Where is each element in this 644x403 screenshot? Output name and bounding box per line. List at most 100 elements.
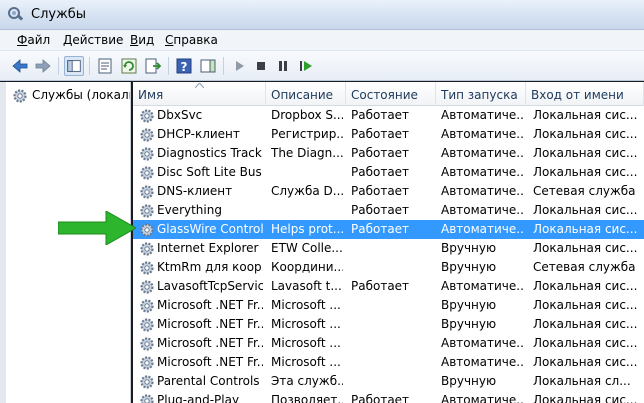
menu-action[interactable]: Действие bbox=[63, 33, 123, 47]
show-hide-tree-icon[interactable] bbox=[64, 56, 84, 76]
service-log-on-as: Локальная сис... bbox=[533, 222, 638, 236]
service-gear-icon bbox=[140, 242, 154, 256]
service-log-on-as: Локальная сис... bbox=[533, 336, 638, 350]
service-status bbox=[351, 296, 433, 315]
service-name: Parental Controls bbox=[157, 374, 260, 388]
service-startup-type: Автоматиче... bbox=[441, 336, 523, 350]
service-name: Internet Explorer E... bbox=[157, 241, 263, 255]
service-status: Работает bbox=[351, 127, 410, 141]
table-row[interactable]: Microsoft .NET Fr... Microsoft ... Автомат… bbox=[133, 334, 644, 353]
table-row[interactable]: KtmRm для коор... Координи... Вручную Сетев… bbox=[133, 258, 644, 277]
forward-icon[interactable] bbox=[33, 56, 53, 76]
table-row[interactable]: GlassWire Control ... Helps prot... Работа… bbox=[133, 220, 644, 239]
table-header: Имя Описание Состояние Тип запуска Вход … bbox=[133, 82, 644, 106]
column-header-status[interactable]: Состояние bbox=[346, 82, 436, 106]
menu-help[interactable]: Справка bbox=[165, 33, 218, 47]
service-log-on-as: Локальная сис... bbox=[533, 298, 638, 312]
service-name: Microsoft .NET Fr... bbox=[157, 355, 263, 369]
service-log-on-as: Локальная сис... bbox=[533, 317, 638, 331]
service-gear-icon bbox=[140, 356, 154, 370]
stop-service-icon[interactable] bbox=[251, 56, 271, 76]
service-name: DHCP-клиент bbox=[157, 127, 240, 141]
service-description: Координи... bbox=[271, 260, 343, 274]
service-gear-icon bbox=[140, 299, 154, 313]
service-name: Disc Soft Lite Bus ... bbox=[157, 165, 263, 179]
tree-node-services-local[interactable]: Службы (локальные) bbox=[12, 87, 130, 105]
service-name: LavasoftTcpService bbox=[157, 279, 263, 293]
service-name: Diagnostics Tracki... bbox=[157, 146, 263, 160]
service-description bbox=[271, 163, 343, 182]
service-description: Регистрир... bbox=[271, 127, 343, 141]
menu-view[interactable]: Вид bbox=[130, 33, 154, 47]
service-description: Lavasoft t... bbox=[271, 279, 342, 293]
table-row[interactable]: Diagnostics Tracki... The Diagn... Работае… bbox=[133, 144, 644, 163]
service-log-on-as: Локальная сис... bbox=[533, 241, 638, 255]
toolbar-separator bbox=[168, 57, 169, 75]
service-name: Everything bbox=[157, 203, 222, 217]
table-row[interactable]: Microsoft .NET Fr... Microsoft ... Вручную… bbox=[133, 296, 644, 315]
back-icon[interactable] bbox=[10, 56, 30, 76]
column-header-name[interactable]: Имя bbox=[133, 82, 266, 106]
service-description: Эта служб... bbox=[271, 374, 343, 388]
service-name: Microsoft .NET Fr... bbox=[157, 298, 263, 312]
table-row[interactable]: DbxSvc Dropbox S... Работает Автоматиче... Л… bbox=[133, 106, 644, 125]
service-gear-icon bbox=[140, 261, 154, 275]
service-gear-icon bbox=[140, 128, 154, 142]
service-status bbox=[351, 372, 433, 391]
service-name: KtmRm для коор... bbox=[157, 260, 263, 274]
table-row[interactable]: Parental Controls Эта служб... Вручную Лока… bbox=[133, 372, 644, 391]
service-gear-icon bbox=[140, 318, 154, 332]
table-row[interactable]: LavasoftTcpService Lavasoft t... Работает А… bbox=[133, 277, 644, 296]
service-status bbox=[351, 334, 433, 353]
properties-icon[interactable] bbox=[95, 56, 115, 76]
service-log-on-as: Локальная сис... bbox=[533, 127, 638, 141]
show-action-pane-icon[interactable] bbox=[198, 56, 218, 76]
export-list-icon[interactable] bbox=[143, 56, 163, 76]
service-description: Позволяет... bbox=[271, 393, 343, 403]
service-log-on-as: Локальная сис... bbox=[533, 355, 638, 369]
column-header-description[interactable]: Описание bbox=[266, 82, 346, 106]
table-row[interactable]: Plug-and-Play Позволяет... Работает Автомат… bbox=[133, 391, 644, 403]
sort-ascending-icon bbox=[195, 83, 204, 88]
service-name: Plug-and-Play bbox=[157, 393, 240, 403]
table-row[interactable]: Microsoft .NET Fr... Microsoft ... Автомат… bbox=[133, 353, 644, 372]
service-log-on-as: Локальная сис... bbox=[533, 203, 638, 217]
menu-file[interactable]: Файл bbox=[17, 33, 50, 47]
title-bar: Службы bbox=[0, 0, 644, 30]
toolbar: ? bbox=[0, 51, 644, 81]
start-service-icon[interactable] bbox=[229, 56, 249, 76]
toolbar-separator bbox=[223, 57, 224, 75]
table-row[interactable]: DNS-клиент Служба D... Работает Автоматиче.… bbox=[133, 182, 644, 201]
services-table: Имя Описание Состояние Тип запуска Вход … bbox=[133, 82, 644, 403]
service-gear-icon bbox=[140, 394, 154, 403]
menu-bar: Файл Действие Вид Справка bbox=[0, 30, 644, 51]
refresh-icon[interactable] bbox=[119, 56, 139, 76]
table-row[interactable]: Disc Soft Lite Bus ... Работает Автоматиче… bbox=[133, 163, 644, 182]
service-gear-icon bbox=[140, 109, 154, 123]
service-startup-type: Автоматиче... bbox=[441, 184, 523, 198]
service-description: Helps prot... bbox=[271, 222, 343, 236]
table-row[interactable]: Everything Работает Автоматиче... Локальная… bbox=[133, 201, 644, 220]
service-log-on-as: Сетевая служба bbox=[533, 260, 636, 274]
pause-service-icon[interactable] bbox=[273, 56, 293, 76]
service-log-on-as: Локальная сис... bbox=[533, 108, 638, 122]
service-description: Microsoft ... bbox=[271, 355, 341, 369]
table-row[interactable]: Microsoft .NET Fr... Microsoft ... Вручную… bbox=[133, 315, 644, 334]
table-row[interactable]: DHCP-клиент Регистрир... Работает Автоматич… bbox=[133, 125, 644, 144]
service-startup-type: Автоматиче... bbox=[441, 393, 523, 403]
service-name: DNS-клиент bbox=[157, 184, 233, 198]
service-startup-type: Вручную bbox=[441, 241, 497, 255]
service-description: Служба D... bbox=[271, 184, 343, 198]
table-row[interactable]: Internet Explorer E... ETW Colle... Вручну… bbox=[133, 239, 644, 258]
service-status: Работает bbox=[351, 146, 410, 160]
help-icon[interactable]: ? bbox=[174, 56, 194, 76]
service-gear-icon bbox=[140, 337, 154, 351]
service-gear-icon bbox=[140, 185, 154, 199]
column-header-log-on-as[interactable]: Вход от имени bbox=[526, 82, 644, 106]
service-status: Работает bbox=[351, 165, 410, 179]
service-startup-type: Вручную bbox=[441, 260, 497, 274]
service-status: Работает bbox=[351, 393, 410, 403]
column-header-startup-type[interactable]: Тип запуска bbox=[436, 82, 526, 106]
restart-service-icon[interactable] bbox=[296, 56, 316, 76]
service-gear-icon bbox=[140, 204, 154, 218]
